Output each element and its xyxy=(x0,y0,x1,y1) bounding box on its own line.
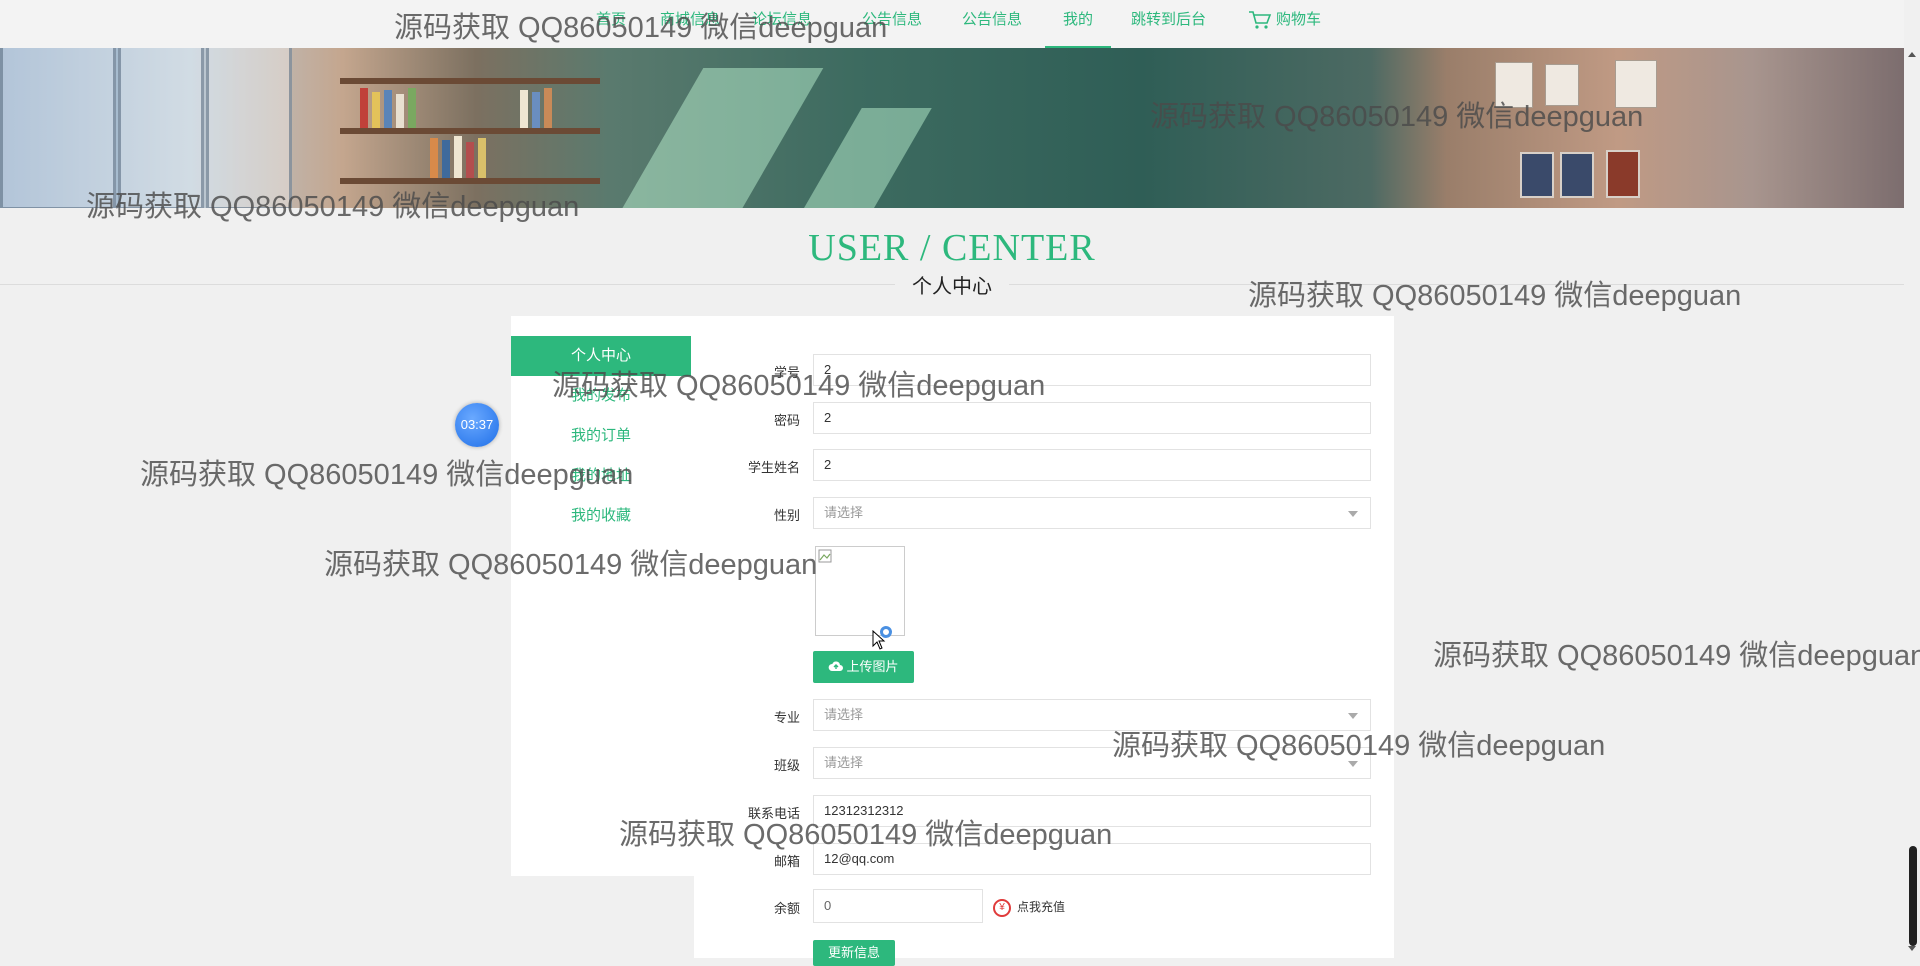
watermark-text: 源码获取 QQ86050149 微信deepguan xyxy=(1433,640,1920,672)
nav-item-home[interactable]: 首页 xyxy=(596,0,626,46)
balance-input[interactable]: 0 xyxy=(813,889,983,923)
class-placeholder: 请选择 xyxy=(824,755,864,770)
gender-placeholder: 请选择 xyxy=(824,505,864,520)
loading-spinner-icon xyxy=(880,626,892,638)
gender-label: 性别 xyxy=(773,508,800,523)
sidebar-item-my-favorites[interactable]: 我的收藏 xyxy=(511,496,691,536)
phone-label: 联系电话 xyxy=(747,806,800,821)
sidebar-item-profile[interactable]: 个人中心 xyxy=(511,336,691,376)
student-no-label: 学号 xyxy=(773,365,800,380)
nav-item-news[interactable]: 公告信息 xyxy=(862,0,922,46)
nav-item-forum[interactable]: 论坛信息 xyxy=(752,0,812,46)
class-select[interactable]: 请选择 xyxy=(813,747,1371,779)
chevron-down-icon xyxy=(1348,713,1358,719)
page-title-en: USER / CENTER xyxy=(808,227,1096,269)
password-label: 密码 xyxy=(773,413,800,428)
major-select[interactable]: 请选择 xyxy=(813,699,1371,731)
scrollbar-thumb[interactable] xyxy=(1909,846,1917,946)
sidebar: 个人中心 我的发布 我的订单 我的地址 我的收藏 xyxy=(511,316,694,876)
nav-item-cart[interactable]: 购物车 xyxy=(1248,0,1321,46)
sidebar-item-my-posts[interactable]: 我的发布 xyxy=(511,376,691,416)
nav-item-admin[interactable]: 跳转到后台 xyxy=(1131,0,1206,46)
cart-label: 购物车 xyxy=(1276,11,1322,28)
yen-icon: ¥ xyxy=(993,898,1011,917)
nav-item-mall[interactable]: 商城信息 xyxy=(660,0,720,46)
update-info-button[interactable]: 更新信息 xyxy=(813,940,895,966)
cart-icon xyxy=(1249,11,1272,29)
class-label: 班级 xyxy=(773,758,800,773)
password-input[interactable]: 2 xyxy=(813,402,1371,434)
major-label: 专业 xyxy=(773,710,800,725)
balance-label: 余额 xyxy=(773,901,800,916)
floating-timer-badge[interactable]: 03:37 xyxy=(455,403,499,447)
scroll-down-arrow-icon[interactable] xyxy=(1908,946,1916,951)
scroll-up-arrow-icon[interactable] xyxy=(1908,52,1916,57)
phone-input[interactable]: 12312312312 xyxy=(813,795,1371,827)
upload-image-label: 上传图片 xyxy=(846,659,899,674)
avatar-image-preview xyxy=(815,546,905,636)
student-no-input[interactable]: 2 xyxy=(813,354,1371,386)
chevron-down-icon xyxy=(1348,761,1358,767)
chevron-down-icon xyxy=(1348,511,1358,517)
broken-image-icon xyxy=(818,549,832,563)
nav-item-mine[interactable]: 我的 xyxy=(1045,0,1112,49)
sidebar-item-my-orders[interactable]: 我的订单 xyxy=(511,416,691,456)
student-name-input[interactable]: 2 xyxy=(813,449,1371,481)
student-name-label: 学生姓名 xyxy=(747,460,800,475)
page-title-cn: 个人中心 xyxy=(912,276,992,298)
cloud-upload-icon xyxy=(829,661,844,671)
sidebar-item-my-address[interactable]: 我的地址 xyxy=(511,456,691,496)
page-scrollbar[interactable] xyxy=(1904,0,1920,958)
recharge-label: 点我充值 xyxy=(1017,900,1066,914)
banner-image xyxy=(0,48,1904,208)
major-placeholder: 请选择 xyxy=(824,707,864,722)
top-nav: 首页 商城信息 论坛信息 公告信息 公告信息 我的 跳转到后台 购物车 xyxy=(0,0,1904,49)
recharge-link[interactable]: ¥ 点我充值 xyxy=(993,898,1065,917)
email-input[interactable]: 12@qq.com xyxy=(813,843,1371,875)
gender-select[interactable]: 请选择 xyxy=(813,497,1371,529)
email-label: 邮箱 xyxy=(773,854,800,869)
upload-image-button[interactable]: 上传图片 xyxy=(813,651,914,683)
nav-item-notice[interactable]: 公告信息 xyxy=(962,0,1022,46)
